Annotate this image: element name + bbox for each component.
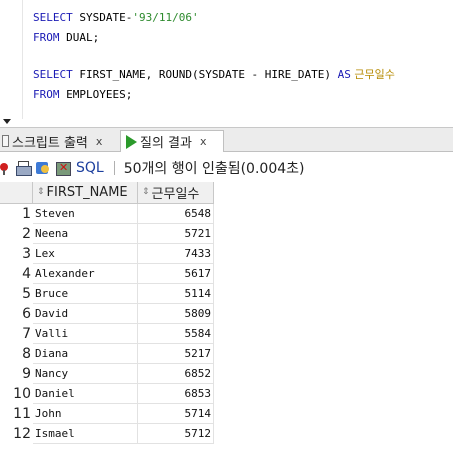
keyword-from: FROM bbox=[33, 31, 60, 44]
fetch-status: 50개의 행이 인출됨(0.004초) bbox=[123, 160, 305, 177]
sql-button[interactable]: SQL bbox=[76, 160, 104, 176]
code-text: FIRST_NAME, ROUND(SYSDATE - HIRE_DATE) bbox=[72, 68, 338, 81]
cell-first-name[interactable]: Alexander bbox=[33, 264, 138, 284]
keyword-as: AS bbox=[337, 68, 351, 81]
cell-work-days[interactable]: 5721 bbox=[138, 224, 214, 244]
table-row[interactable]: 6 David 5809 bbox=[0, 304, 214, 324]
table-row[interactable]: 11 John 5714 bbox=[0, 404, 214, 424]
row-number-header bbox=[0, 182, 33, 204]
table-row[interactable]: 5 Bruce 5114 bbox=[0, 284, 214, 304]
row-number: 5 bbox=[22, 286, 31, 302]
export-excel-icon[interactable] bbox=[55, 160, 71, 176]
cell-first-name[interactable]: Ismael bbox=[33, 424, 138, 444]
table-row[interactable]: 9 Nancy 6852 bbox=[0, 364, 214, 384]
column-header-label: 근무일수 bbox=[151, 187, 200, 202]
table-row[interactable]: 12 Ismael 5712 bbox=[0, 424, 214, 444]
result-grid[interactable]: ⇕ FIRST_NAME ⇕ 근무일수 1 Steven 6548 2 Neena 572… bbox=[0, 182, 453, 451]
column-header-label: FIRST_NAME bbox=[46, 185, 128, 200]
toolbar-separator bbox=[113, 160, 115, 175]
cell-work-days[interactable]: 5217 bbox=[138, 344, 214, 364]
code-line-4[interactable]: FROM EMPLOYEES; bbox=[33, 88, 132, 102]
editor-gutter bbox=[22, 0, 23, 119]
sort-icon: ⇕ bbox=[37, 187, 45, 197]
tab-label: 스크립트 출력 bbox=[12, 135, 88, 151]
cell-first-name[interactable]: Valli bbox=[33, 324, 138, 344]
table-row[interactable]: 8 Diana 5217 bbox=[0, 344, 214, 364]
column-header-first-name[interactable]: ⇕ FIRST_NAME bbox=[33, 182, 138, 204]
cell-first-name[interactable]: Lex bbox=[33, 244, 138, 264]
refresh-icon[interactable] bbox=[35, 160, 51, 176]
row-number: 1 bbox=[22, 206, 31, 222]
results-toolbar: SQL 50개의 행이 인출됨(0.004초) bbox=[0, 153, 453, 182]
cell-work-days[interactable]: 6548 bbox=[138, 204, 214, 224]
table-row[interactable]: 10 Daniel 6853 bbox=[0, 384, 214, 404]
row-number: 7 bbox=[22, 326, 31, 342]
tab-label: 질의 결과 bbox=[140, 136, 192, 151]
panel-splitter[interactable] bbox=[0, 119, 453, 128]
print-icon[interactable] bbox=[15, 160, 32, 176]
cell-work-days[interactable]: 5114 bbox=[138, 284, 214, 304]
code-line-1[interactable]: SELECT SYSDATE-'93/11/06' bbox=[33, 11, 199, 25]
row-number: 6 bbox=[22, 306, 31, 322]
table-row[interactable]: 3 Lex 7433 bbox=[0, 244, 214, 264]
string-literal: '93/11/06' bbox=[132, 11, 199, 24]
tab-script-output[interactable]: 스크립트 출력 x bbox=[0, 130, 118, 152]
row-number: 10 bbox=[13, 386, 31, 402]
cell-work-days[interactable]: 7433 bbox=[138, 244, 214, 264]
keyword-from: FROM bbox=[33, 88, 60, 101]
column-alias: 근무일수 bbox=[350, 68, 395, 81]
cell-first-name[interactable]: Daniel bbox=[33, 384, 138, 404]
cell-work-days[interactable]: 6852 bbox=[138, 364, 214, 384]
collapse-arrow-icon[interactable] bbox=[3, 119, 11, 124]
cell-first-name[interactable]: Nancy bbox=[33, 364, 138, 384]
row-number: 11 bbox=[13, 406, 31, 422]
code-line-2[interactable]: FROM DUAL; bbox=[33, 31, 99, 45]
result-tab-bar: 스크립트 출력 x 질의 결과 x bbox=[0, 128, 453, 152]
grid-header: ⇕ FIRST_NAME ⇕ 근무일수 bbox=[0, 182, 453, 204]
table-row[interactable]: 7 Valli 5584 bbox=[0, 324, 214, 344]
table-row[interactable]: 2 Neena 5721 bbox=[0, 224, 214, 244]
cell-work-days[interactable]: 5584 bbox=[138, 324, 214, 344]
sort-icon: ⇕ bbox=[142, 187, 150, 197]
cell-first-name[interactable]: Steven bbox=[33, 204, 138, 224]
cell-first-name[interactable]: John bbox=[33, 404, 138, 424]
play-icon bbox=[126, 134, 137, 149]
cell-work-days[interactable]: 5714 bbox=[138, 404, 214, 424]
sql-editor[interactable]: SELECT SYSDATE-'93/11/06' FROM DUAL; SEL… bbox=[0, 0, 453, 119]
row-number: 2 bbox=[22, 226, 31, 242]
cell-work-days[interactable]: 6853 bbox=[138, 384, 214, 404]
code-line-3[interactable]: SELECT FIRST_NAME, ROUND(SYSDATE - HIRE_… bbox=[33, 68, 395, 82]
keyword-select: SELECT bbox=[33, 68, 73, 81]
cell-work-days[interactable]: 5809 bbox=[138, 304, 214, 324]
table-row[interactable]: 4 Alexander 5617 bbox=[0, 264, 214, 284]
code-text: SYSDATE- bbox=[72, 11, 133, 24]
row-number: 4 bbox=[22, 266, 31, 282]
cell-first-name[interactable]: Neena bbox=[33, 224, 138, 244]
cell-work-days[interactable]: 5712 bbox=[138, 424, 214, 444]
row-number: 8 bbox=[22, 346, 31, 362]
row-number: 12 bbox=[13, 426, 31, 442]
keyword-select: SELECT bbox=[33, 11, 73, 24]
cell-first-name[interactable]: David bbox=[33, 304, 138, 324]
code-text: DUAL; bbox=[59, 31, 100, 44]
cell-first-name[interactable]: Bruce bbox=[33, 284, 138, 304]
row-number: 9 bbox=[22, 366, 31, 382]
document-icon bbox=[2, 135, 9, 147]
code-text: EMPLOYEES; bbox=[59, 88, 133, 101]
column-header-work-days[interactable]: ⇕ 근무일수 bbox=[138, 182, 214, 204]
tab-query-result[interactable]: 질의 결과 x bbox=[120, 130, 224, 152]
tab-close-icon[interactable]: x bbox=[200, 135, 207, 148]
cell-work-days[interactable]: 5617 bbox=[138, 264, 214, 284]
cell-first-name[interactable]: Diana bbox=[33, 344, 138, 364]
tab-close-icon[interactable]: x bbox=[96, 135, 103, 148]
row-number: 3 bbox=[22, 246, 31, 262]
pin-icon[interactable] bbox=[0, 160, 11, 176]
table-row[interactable]: 1 Steven 6548 bbox=[0, 204, 214, 224]
